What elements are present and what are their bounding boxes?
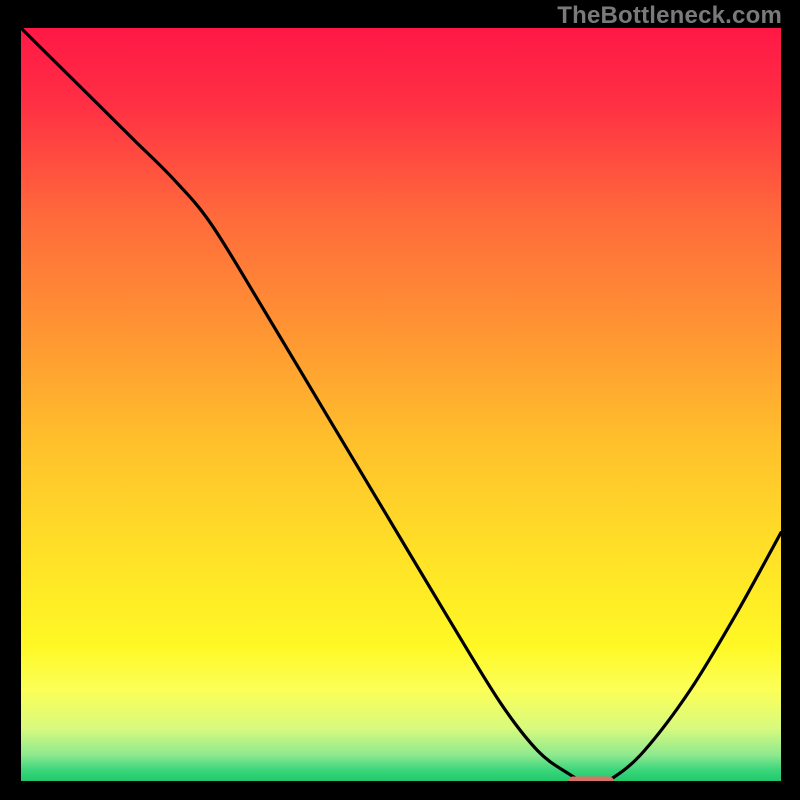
bottleneck-plot — [21, 28, 781, 781]
optimal-point-marker — [568, 776, 614, 781]
chart-frame: TheBottleneck.com — [0, 0, 800, 800]
watermark-text: TheBottleneck.com — [557, 2, 782, 30]
